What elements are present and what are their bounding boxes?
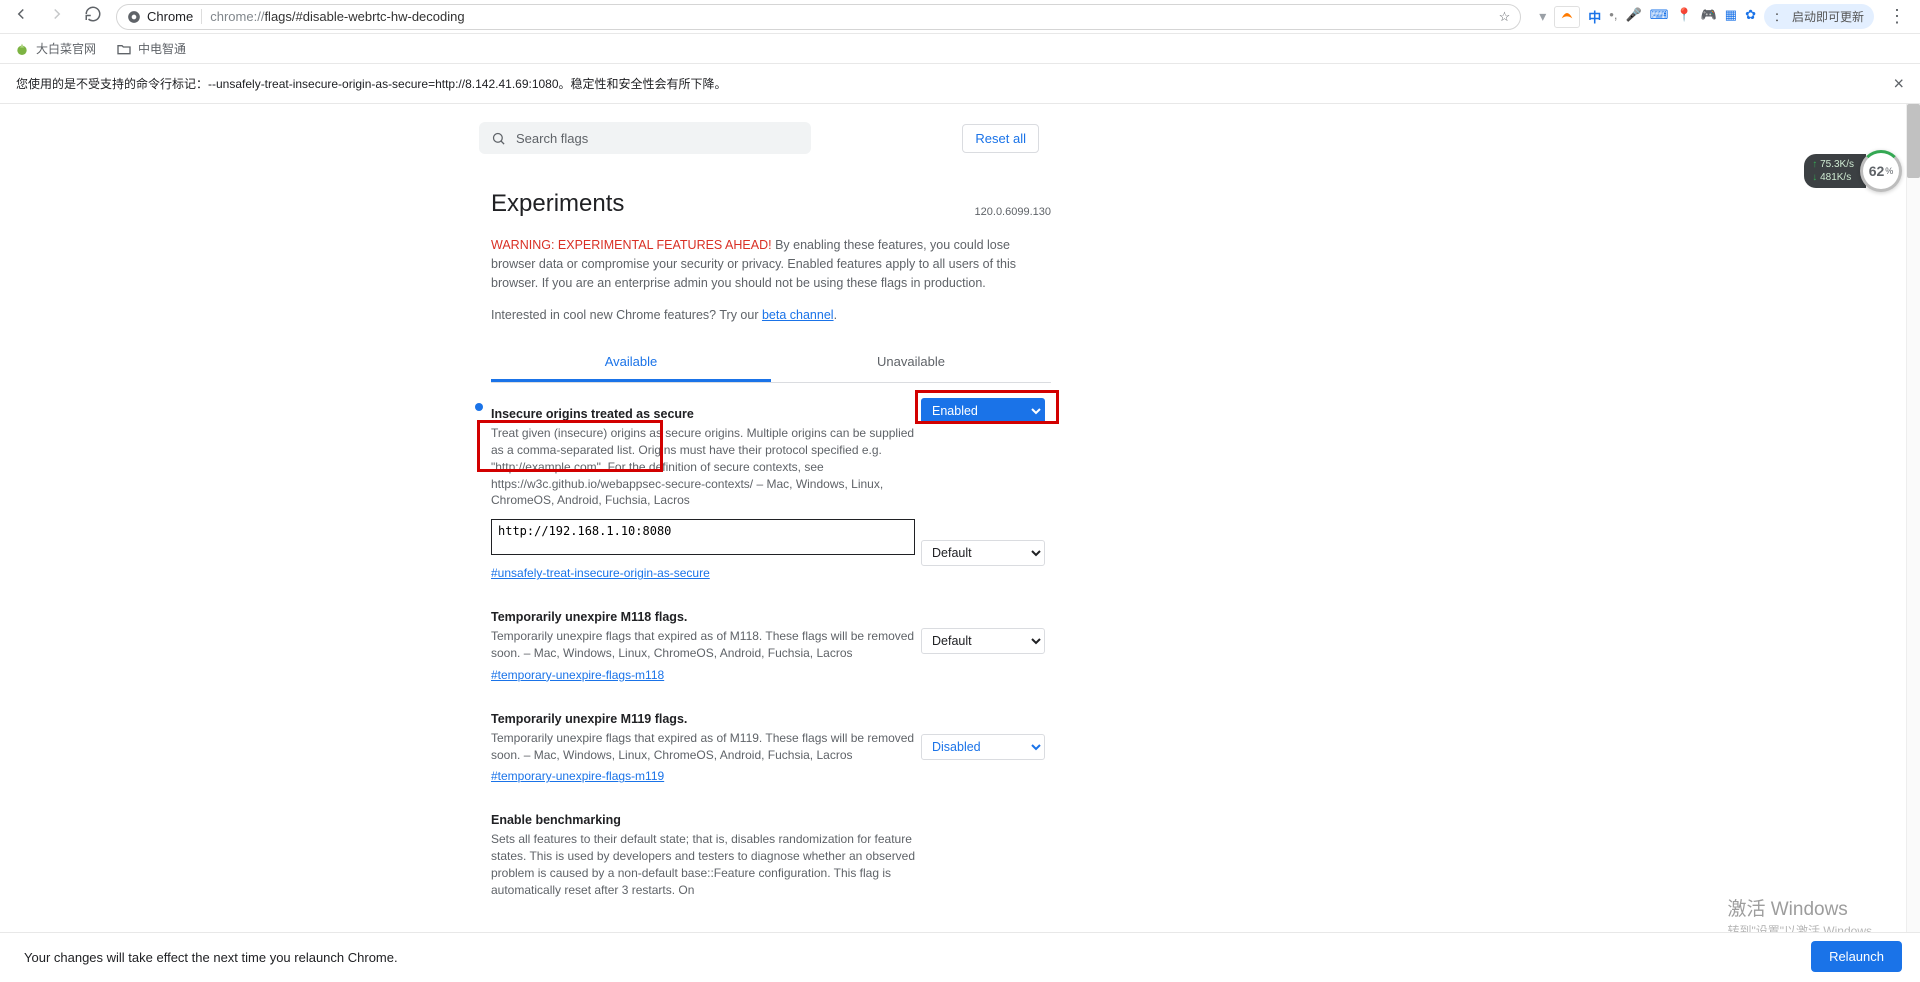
search-placeholder: Search flags [516,131,588,146]
meter-circle: 62% [1860,150,1902,192]
tab-unavailable[interactable]: Unavailable [771,344,1051,382]
flag-select-insecure-origins[interactable]: Enabled [921,398,1045,424]
ext-icon-5[interactable]: 📍 [1676,7,1692,26]
relaunch-text: Your changes will take effect the next t… [24,950,398,965]
sogou-ime-icon[interactable] [1554,6,1580,28]
chrome-badge-label: Chrome [147,9,193,24]
network-meter-widget[interactable]: 75.3K/s 481K/s 62% [1804,150,1902,192]
flag-desc: Temporarily unexpire flags that expired … [491,628,921,662]
page-body: Search flags Reset all Experiments 120.0… [0,104,1920,982]
flag-anchor-link[interactable]: #temporary-unexpire-flags-m119 [491,769,664,783]
extensions-row: ▾ 中 •, 🎤 ⌨ 📍 🎮 ▦ ✿ ：启动即可更新 ⋮ [1535,4,1912,29]
chrome-icon [127,10,141,24]
folder-icon [116,41,132,57]
warning-text: WARNING: EXPERIMENTAL FEATURES AHEAD! By… [491,236,1051,292]
forward-icon [48,5,66,28]
ext-icon-7[interactable]: ▦ [1725,7,1737,26]
ext-icon-8[interactable]: ✿ [1745,7,1756,26]
update-button[interactable]: ：启动即可更新 [1764,4,1874,29]
cabbage-icon [14,41,30,57]
flag-benchmarking: Enable benchmarking Sets all features to… [491,805,1051,918]
menu-icon[interactable]: ⋮ [1882,6,1912,27]
bookmark-2[interactable]: 中电智通 [116,40,186,57]
version-label: 120.0.6099.130 [975,206,1051,218]
tabs: Available Unavailable [491,344,1051,383]
flag-select-m119[interactable]: Default [921,628,1045,654]
infobar-text: 您使用的是不受支持的命令行标记：--unsafely-treat-insecur… [16,75,727,92]
search-icon [491,131,506,146]
close-icon[interactable]: × [1893,73,1904,94]
tab-available[interactable]: Available [491,344,771,382]
url-text: chrome://flags/#disable-webrtc-hw-decodi… [210,9,464,24]
back-icon[interactable] [12,5,30,28]
reset-all-button[interactable]: Reset all [962,124,1039,153]
flag-desc: Treat given (insecure) origins as secure… [491,425,921,509]
modified-dot-icon [475,403,483,411]
reload-icon[interactable] [84,5,102,28]
flag-select-benchmarking[interactable]: Disabled [921,734,1045,760]
insecure-origins-textarea[interactable] [491,519,915,555]
beta-channel-link[interactable]: beta channel [762,308,834,322]
bookmark-1-label: 大白菜官网 [36,40,96,57]
bookmark-1[interactable]: 大白菜官网 [14,40,96,57]
unsupported-flag-infobar: 您使用的是不受支持的命令行标记：--unsafely-treat-insecur… [0,64,1920,104]
meter-pill: 75.3K/s 481K/s [1804,154,1866,188]
relaunch-bar: Your changes will take effect the next t… [0,932,1920,982]
ext-icon-3[interactable]: 🎤 [1625,7,1641,26]
ext-icon-1[interactable]: 中 [1588,7,1601,26]
bookmarks-bar: 大白菜官网 中电智通 [0,34,1920,64]
page-title: Experiments [491,190,624,218]
beta-line: Interested in cool new Chrome features? … [491,308,1429,322]
vertical-scrollbar[interactable] [1906,104,1920,932]
browser-toolbar: Chrome chrome://flags/#disable-webrtc-hw… [0,0,1920,34]
search-flags-input[interactable]: Search flags [479,122,811,154]
flag-desc: Sets all features to their default state… [491,831,921,898]
relaunch-button[interactable]: Relaunch [1811,941,1902,972]
flag-anchor-link[interactable]: #unsafely-treat-insecure-origin-as-secur… [491,566,710,580]
ext-icon-2[interactable]: •, [1609,7,1617,26]
address-bar[interactable]: Chrome chrome://flags/#disable-webrtc-hw… [116,4,1521,30]
flag-select-m118[interactable]: Default [921,540,1045,566]
ext-icon-4[interactable]: ⌨ [1650,7,1669,26]
flag-desc: Temporarily unexpire flags that expired … [491,730,921,764]
scrollbar-thumb[interactable] [1907,104,1920,178]
downloads-icon[interactable]: ▾ [1539,8,1546,25]
bookmark-star-icon[interactable]: ☆ [1499,9,1511,25]
flag-anchor-link[interactable]: #temporary-unexpire-flags-m118 [491,668,664,682]
ext-icon-6[interactable]: 🎮 [1701,7,1717,26]
bookmark-2-label: 中电智通 [138,40,186,57]
